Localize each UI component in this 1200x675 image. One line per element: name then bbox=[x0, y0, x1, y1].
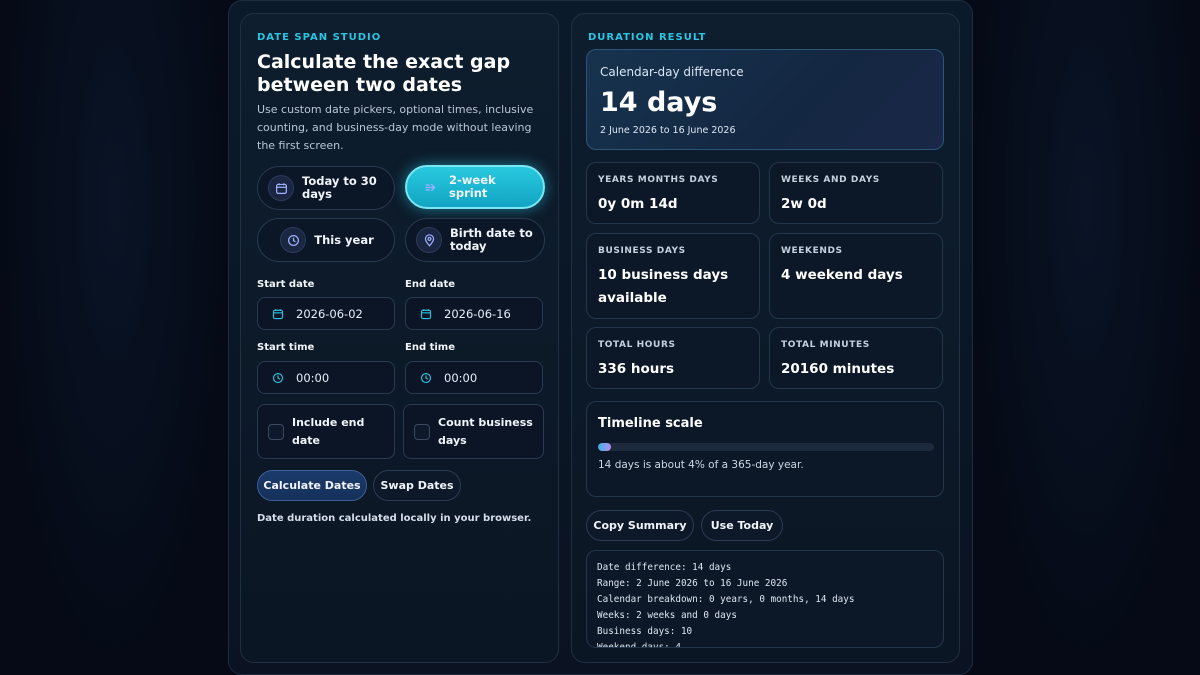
start-time-input[interactable]: 00:00 bbox=[257, 361, 395, 394]
app-frame: DATE SPAN STUDIO Calculate the exact gap… bbox=[228, 0, 973, 675]
calendar-difference-card: Calendar-day difference 14 days 2 June 2… bbox=[586, 49, 944, 150]
clock-icon bbox=[270, 370, 286, 386]
include-end-date-toggle[interactable]: Include end date bbox=[257, 404, 395, 459]
app-eyebrow: DATE SPAN STUDIO bbox=[257, 32, 382, 43]
start-time-label: Start time bbox=[257, 342, 315, 353]
stat-total-minutes: TOTAL MINUTES 20160 minutes bbox=[769, 327, 943, 389]
arrow-right-icon bbox=[417, 174, 443, 200]
preset-this-year[interactable]: This year bbox=[257, 218, 395, 262]
summary-line: Weeks: 2 weeks and 0 days bbox=[597, 609, 737, 621]
summary-line: Range: 2 June 2026 to 16 June 2026 bbox=[597, 577, 788, 589]
stat-label: YEARS MONTHS DAYS bbox=[598, 175, 719, 185]
stat-label: BUSINESS DAYS bbox=[598, 246, 686, 256]
preset-label: 2-week sprint bbox=[449, 173, 496, 200]
stat-weekends: WEEKENDS 4 weekend days bbox=[769, 233, 943, 319]
summary-line: Date difference: 14 days bbox=[597, 562, 732, 573]
result-eyebrow: DURATION RESULT bbox=[588, 32, 707, 43]
stat-label: TOTAL HOURS bbox=[598, 340, 676, 350]
count-business-days-label: Count business days bbox=[438, 415, 533, 447]
hero-value: 14 days bbox=[600, 87, 718, 118]
calendar-icon bbox=[270, 306, 286, 322]
stat-value: 20160 minutes bbox=[781, 361, 895, 377]
page-title: Calculate the exact gap between two date… bbox=[257, 51, 511, 96]
stat-value: 336 hours bbox=[598, 361, 675, 377]
preset-birth-date-to-today[interactable]: Birth date to today bbox=[405, 218, 545, 262]
swap-dates-button[interactable]: Swap Dates bbox=[373, 470, 461, 501]
end-date-label: End date bbox=[405, 279, 456, 290]
preset-label: Birth date to today bbox=[450, 226, 533, 253]
stat-value: 4 weekend days bbox=[781, 267, 903, 283]
stat-years-months-days: YEARS MONTHS DAYS 0y 0m 14d bbox=[586, 162, 760, 224]
stat-value: 0y 0m 14d bbox=[598, 196, 678, 212]
summary-line: Weekend days: 4 bbox=[597, 641, 681, 648]
start-time-value: 00:00 bbox=[296, 370, 330, 385]
use-today-button[interactable]: Use Today bbox=[701, 510, 783, 541]
page-backdrop-left bbox=[0, 0, 228, 675]
stat-label: WEEKS AND DAYS bbox=[781, 175, 880, 185]
hero-range: 2 June 2026 to 16 June 2026 bbox=[600, 125, 736, 136]
intro-text: Use custom date pickers, optional times,… bbox=[257, 103, 534, 152]
stat-value: 10 business days available bbox=[598, 267, 729, 306]
copy-summary-button[interactable]: Copy Summary bbox=[586, 510, 694, 541]
status-note: Date duration calculated locally in your… bbox=[257, 513, 532, 524]
timeline-title: Timeline scale bbox=[598, 416, 703, 431]
page-backdrop-right bbox=[972, 0, 1200, 675]
end-time-value: 00:00 bbox=[444, 370, 478, 385]
end-date-value: 2026-06-16 bbox=[444, 306, 511, 321]
timeline-scale-card: Timeline scale 14 days is about 4% of a … bbox=[586, 401, 944, 497]
clock-icon bbox=[280, 227, 307, 253]
input-panel: DATE SPAN STUDIO Calculate the exact gap… bbox=[240, 13, 559, 663]
calculate-dates-button[interactable]: Calculate Dates bbox=[257, 470, 367, 501]
start-date-label: Start date bbox=[257, 279, 315, 290]
summary-line: Calendar breakdown: 0 years, 0 months, 1… bbox=[597, 593, 855, 605]
start-date-value: 2026-06-02 bbox=[296, 306, 363, 321]
result-panel: DURATION RESULT Calendar-day difference … bbox=[571, 13, 960, 663]
stat-value: 2w 0d bbox=[781, 196, 827, 212]
stat-weeks-and-days: WEEKS AND DAYS 2w 0d bbox=[769, 162, 943, 224]
count-business-days-toggle[interactable]: Count business days bbox=[403, 404, 544, 459]
start-date-input[interactable]: 2026-06-02 bbox=[257, 297, 395, 330]
stat-label: WEEKENDS bbox=[781, 246, 843, 256]
timeline-note: 14 days is about 4% of a 365-day year. bbox=[598, 459, 804, 471]
count-business-days-checkbox[interactable] bbox=[414, 423, 430, 440]
include-end-date-checkbox[interactable] bbox=[268, 423, 284, 440]
timeline-progress-fill bbox=[598, 443, 612, 451]
calendar-icon bbox=[268, 175, 294, 201]
preset-label: Today to 30 days bbox=[302, 174, 377, 201]
stat-business-days: BUSINESS DAYS 10 business days available bbox=[586, 233, 760, 319]
include-end-date-label: Include end date bbox=[292, 415, 365, 447]
preset-label: This year bbox=[314, 232, 374, 247]
preset-today-to-30-days[interactable]: Today to 30 days bbox=[257, 166, 395, 210]
hero-label: Calendar-day difference bbox=[600, 65, 744, 79]
end-time-input[interactable]: 00:00 bbox=[405, 361, 543, 394]
preset-2-week-sprint[interactable]: 2-week sprint bbox=[405, 165, 545, 209]
map-pin-icon bbox=[416, 227, 442, 253]
stat-label: TOTAL MINUTES bbox=[781, 340, 870, 350]
summary-line: Business days: 10 bbox=[597, 625, 693, 637]
summary-text-output[interactable]: Date difference: 14 days Range: 2 June 20… bbox=[586, 550, 944, 648]
stat-total-hours: TOTAL HOURS 336 hours bbox=[586, 327, 760, 389]
clock-icon bbox=[418, 370, 434, 386]
timeline-progress-track bbox=[598, 443, 934, 451]
end-date-input[interactable]: 2026-06-16 bbox=[405, 297, 543, 330]
end-time-label: End time bbox=[405, 342, 455, 353]
calendar-icon bbox=[418, 306, 434, 322]
